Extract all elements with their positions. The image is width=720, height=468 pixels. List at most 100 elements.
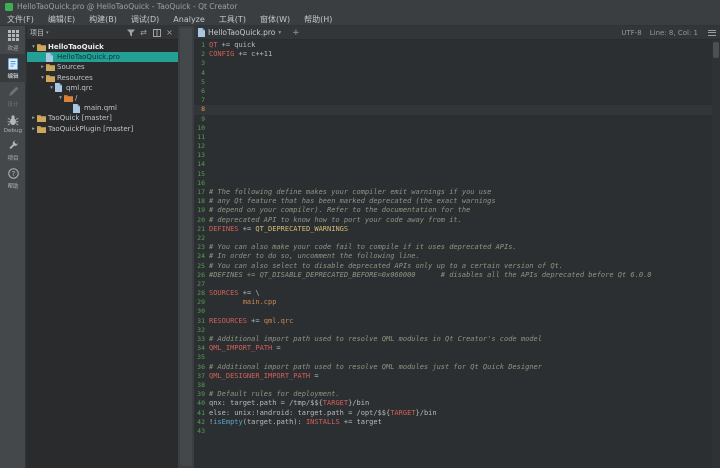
code-text: qnx: target.path = /tmp/$${TARGET}/bin [209,399,369,408]
code-line: 32 [194,326,712,335]
project-panel-scrollbar[interactable] [178,26,194,468]
tree-item[interactable]: HelloTaoQuick.pro [27,52,178,63]
tree-item[interactable]: ▾ Resources [27,73,178,83]
line-number: 12 [197,142,205,151]
tree-item[interactable]: ▸ TaoQuick [master] [27,113,178,123]
chevron-down-icon[interactable]: ▾ [39,75,46,81]
editor-menu-icon[interactable] [708,29,716,36]
line-number: 26 [197,270,205,279]
code-text: RESOURCES += qml.qrc [209,317,293,326]
folder-icon [37,43,47,52]
tree-item[interactable]: ▾ / [27,93,178,103]
code-token: # Additional import path used to resolve… [209,335,542,343]
menu-item-6[interactable]: 窗体(W) [253,13,297,26]
line-number: 9 [201,114,205,123]
code-token: = [310,371,319,380]
editor-scrollbar[interactable] [712,40,720,468]
code-line: 36 # Additional import path used to resol… [194,363,712,372]
chevron-right-icon[interactable]: ▸ [39,64,46,70]
code-line: 30 [194,307,712,316]
scrollbar-thumb[interactable] [180,28,192,466]
menu-item-3[interactable]: 调试(D) [124,13,166,26]
code-text: QT += quick [209,41,255,50]
menu-bar: 文件(F) 编辑(E) 构建(B) 调试(D) Analyze 工具(T) 窗体(W) 帮助(… [0,13,720,26]
chevron-right-icon[interactable]: ▸ [30,126,37,132]
encoding-indicator[interactable]: UTF-8 [621,29,641,37]
line-number: 22 [197,233,205,242]
mode-编辑[interactable]: 编辑 [0,54,26,82]
code-line: 34 QML_IMPORT_PATH = [194,344,712,353]
code-token: += [246,316,264,325]
line-number: 15 [197,169,205,178]
split-icon[interactable] [151,27,162,38]
code-line: 18 # any Qt feature that has been marked … [194,197,712,206]
code-line: 41 else: unix:!android: target.path = /op… [194,409,712,418]
folder-icon [37,114,47,123]
tree-item[interactable]: ▾ HelloTaoQuick [27,42,178,52]
line-number: 17 [197,188,205,196]
tree-item-label: qml.qrc [66,83,93,92]
line-number: 10 [197,123,205,132]
line-number: 23 [197,243,205,252]
chevron-down-icon[interactable]: ▾ [57,95,64,101]
code-line: 16 [194,179,712,188]
tree-item-label: HelloTaoQuick.pro [57,53,120,62]
code-token: # You can also select to disable depreca… [209,261,564,270]
close-icon[interactable]: × [164,27,175,38]
editor-pane: HelloTaoQuick.pro ▾ + UTF-8 Line: 8, Col… [194,26,720,468]
code-editor[interactable]: 1 QT += quick 2 CONFIG += c++11 3 4 5 6 7 8 9 10 11 1… [194,40,712,468]
code-text: # You can also select to disable depreca… [209,262,563,271]
code-text: # deprecated API to know how to port you… [209,216,462,225]
chevron-down-icon[interactable]: ▾ [30,44,37,50]
menu-item-7[interactable]: 帮助(H) [297,13,339,26]
line-number: 27 [197,279,205,288]
mode-debug[interactable]: Debug [0,110,26,136]
mode-label: 设计 [7,101,19,108]
code-line: 43 [194,427,712,436]
line-number: 35 [197,353,205,362]
code-token: DEFINES [209,224,239,233]
line-number: 25 [197,261,205,270]
line-number: 41 [197,408,205,417]
menu-item-1[interactable]: 编辑(E) [41,13,82,26]
chevron-right-icon[interactable]: ▸ [30,115,37,121]
open-document-name[interactable]: HelloTaoQuick.pro [208,28,275,37]
menu-item-0[interactable]: 文件(F) [0,13,41,26]
code-token: # depend on your compiler). Refer to the… [209,206,471,215]
mode-项目[interactable]: 项目 [0,136,26,164]
plus-icon[interactable]: + [292,28,300,38]
code-token: main.cpp [242,298,277,307]
code-token: = [272,344,281,353]
tree-item[interactable]: main.qml [27,103,178,113]
tree-item[interactable]: ▸ TaoQuickPlugin [master] [27,124,178,134]
chevron-down-icon[interactable]: ▾ [48,85,55,91]
project-panel-title[interactable]: 项目 [30,28,44,38]
code-line: 19 # depend on your compiler). Refer to t… [194,206,712,215]
line-number: 39 [197,390,205,399]
scrollbar-thumb[interactable] [713,42,719,58]
line-number: 28 [197,289,205,298]
mode-欢迎[interactable]: 欢迎 [0,26,26,54]
line-number: 30 [197,307,205,316]
title-bar: HelloTaoQuick.pro @ HelloTaoQuick - TaoQ… [0,0,720,13]
code-text: QML_IMPORT_PATH = [209,344,281,353]
code-text: CONFIG += c++11 [209,50,272,59]
menu-item-2[interactable]: 构建(B) [82,13,124,26]
chevron-down-icon[interactable]: ▾ [278,30,281,36]
filter-icon[interactable] [125,27,136,38]
code-text: DEFINES += QT_DEPRECATED_WARNINGS [209,225,348,234]
menu-item-5[interactable]: 工具(T) [212,13,253,26]
code-token: # deprecated API to know how to port you… [209,215,462,224]
line-number: 4 [201,68,205,77]
code-token: += [234,50,252,59]
tree-item[interactable]: ▾ qml.qrc [27,83,178,93]
menu-item-4[interactable]: Analyze [166,13,212,26]
sync-icon[interactable]: ⇄ [138,27,149,38]
code-line: 5 [194,78,712,87]
tree-item[interactable]: ▸ Sources [27,62,178,72]
code-token: SOURCES [209,289,239,298]
code-line: 3 [194,59,712,68]
edit-document-icon [7,57,20,70]
mode-帮助[interactable]: ? 帮助 [0,164,26,192]
code-token: += [238,224,256,233]
